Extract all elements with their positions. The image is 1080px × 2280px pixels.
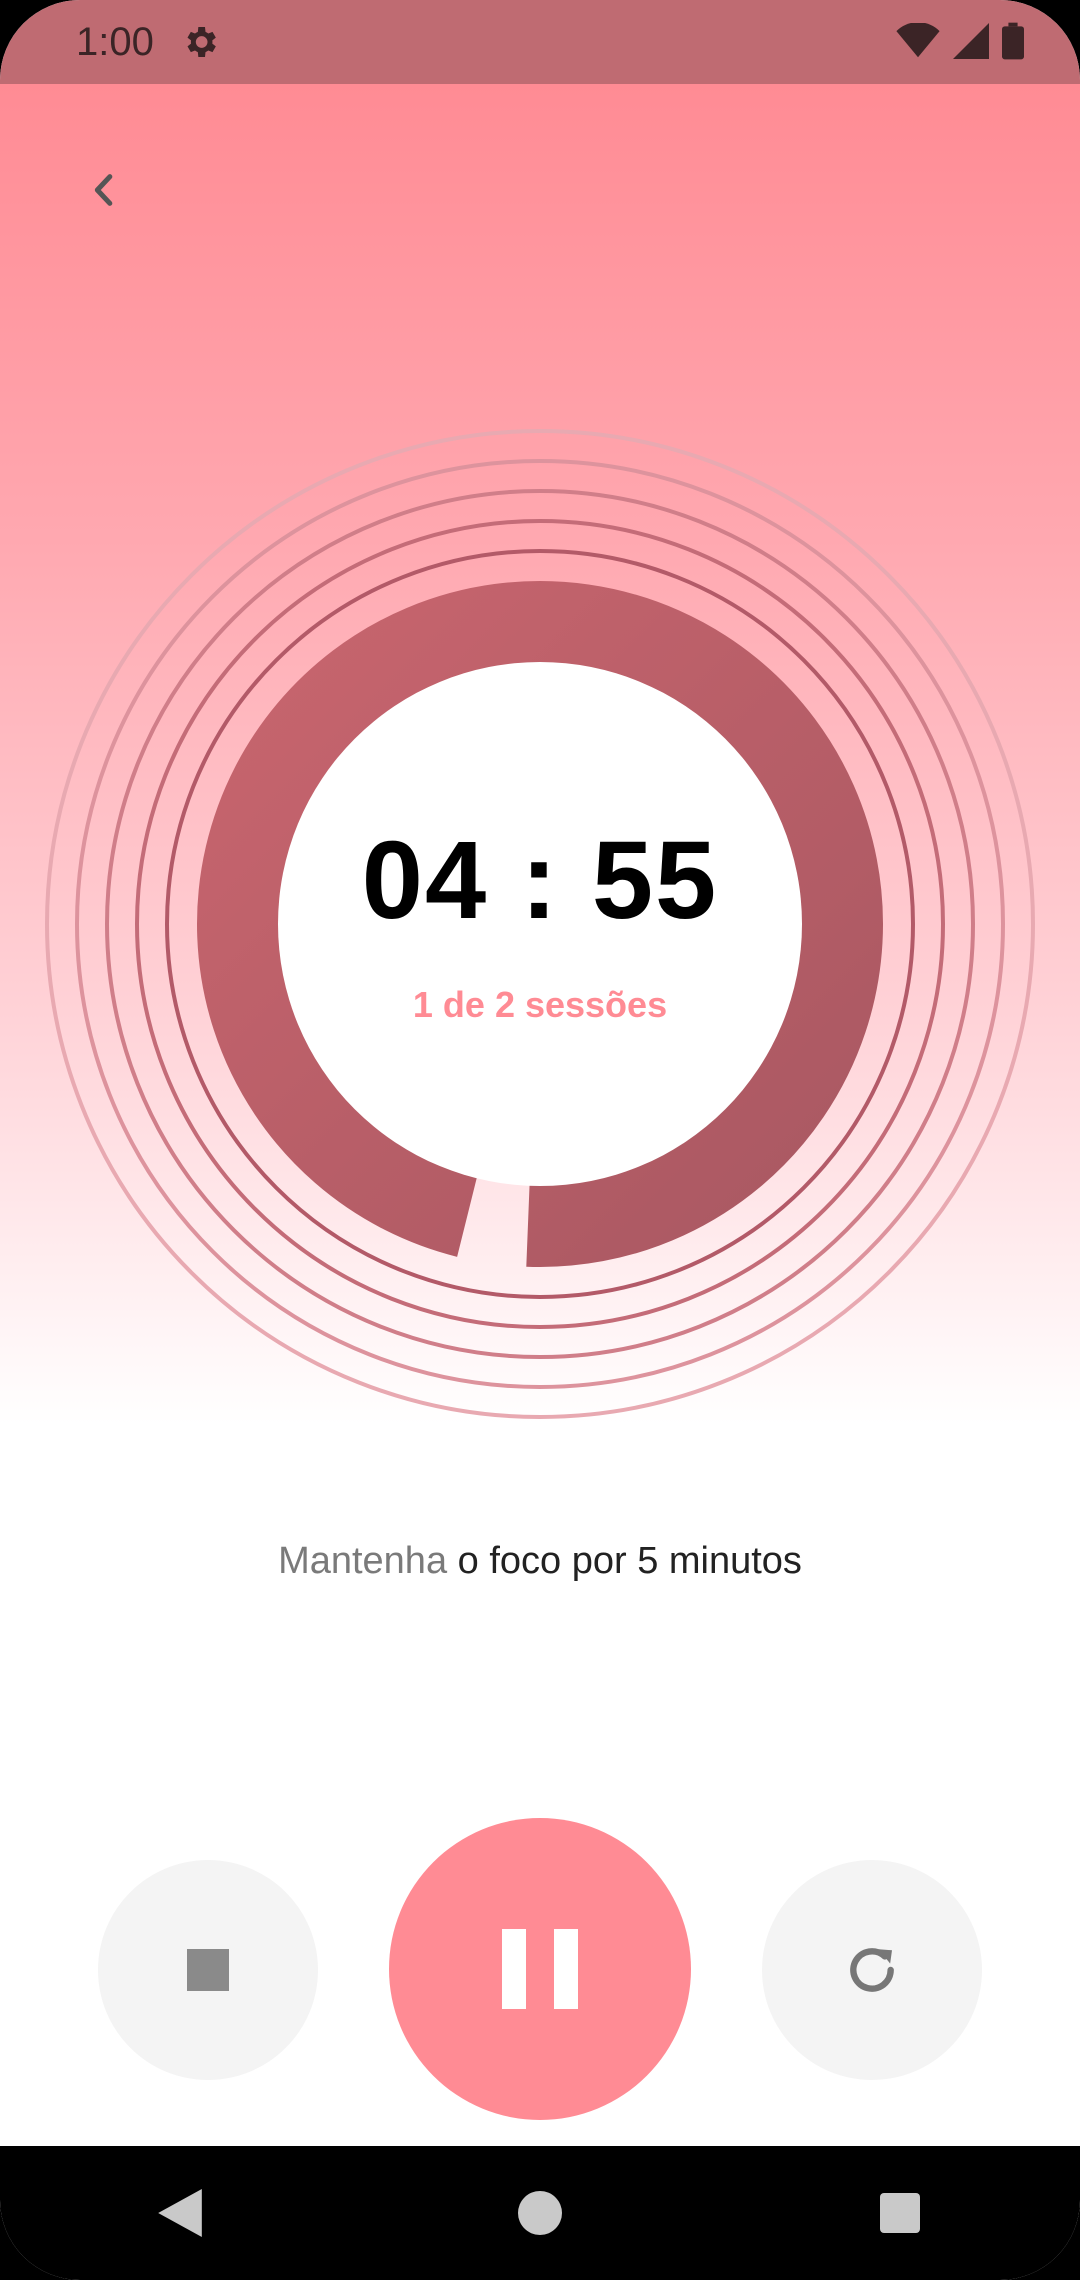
stop-icon (187, 1949, 229, 1991)
stop-button[interactable] (98, 1860, 318, 2080)
back-button[interactable] (78, 164, 130, 216)
status-icons (896, 22, 1024, 60)
focus-message-part2: o foco por 5 minutos (447, 1540, 802, 1582)
chevron-left-icon (94, 174, 113, 206)
signal-icon (953, 23, 989, 59)
status-time: 1:00 (76, 20, 154, 64)
home-circle-icon (518, 2191, 562, 2235)
focus-message-part1: Mantenha (278, 1540, 448, 1582)
nav-recents-button[interactable] (870, 2183, 930, 2243)
recents-square-icon (880, 2193, 920, 2233)
battery-icon (1002, 22, 1024, 60)
reset-icon (850, 1948, 894, 1992)
timer-center: 04 : 55 1 de 2 sessões (280, 666, 800, 1186)
back-triangle-icon (158, 2189, 202, 2237)
timer-value: 04 : 55 (361, 818, 719, 942)
pause-button[interactable] (389, 1818, 691, 2120)
pause-icon (502, 1929, 578, 2009)
gear-icon (187, 27, 216, 57)
focus-message: Mantenha o foco por 5 minutos (0, 1540, 1080, 1583)
nav-home-button[interactable] (510, 2183, 570, 2243)
session-counter: 1 de 2 sessões (412, 983, 668, 1025)
wifi-icon (896, 23, 940, 58)
timer-dial: 04 : 55 1 de 2 sessões (0, 404, 1080, 1444)
app-screen: 1:00 04: 55 1 de 2 sessões Mantenha o f… (0, 0, 1080, 2280)
system-nav-bar (0, 2146, 1080, 2280)
reset-button[interactable] (762, 1860, 982, 2080)
timer-controls (0, 1818, 1080, 2122)
status-bar: 1:00 (0, 0, 1080, 84)
timer-page: 04 : 55 1 de 2 sessões Mantenha o foco p… (0, 84, 1080, 2146)
nav-back-button[interactable] (150, 2183, 210, 2243)
